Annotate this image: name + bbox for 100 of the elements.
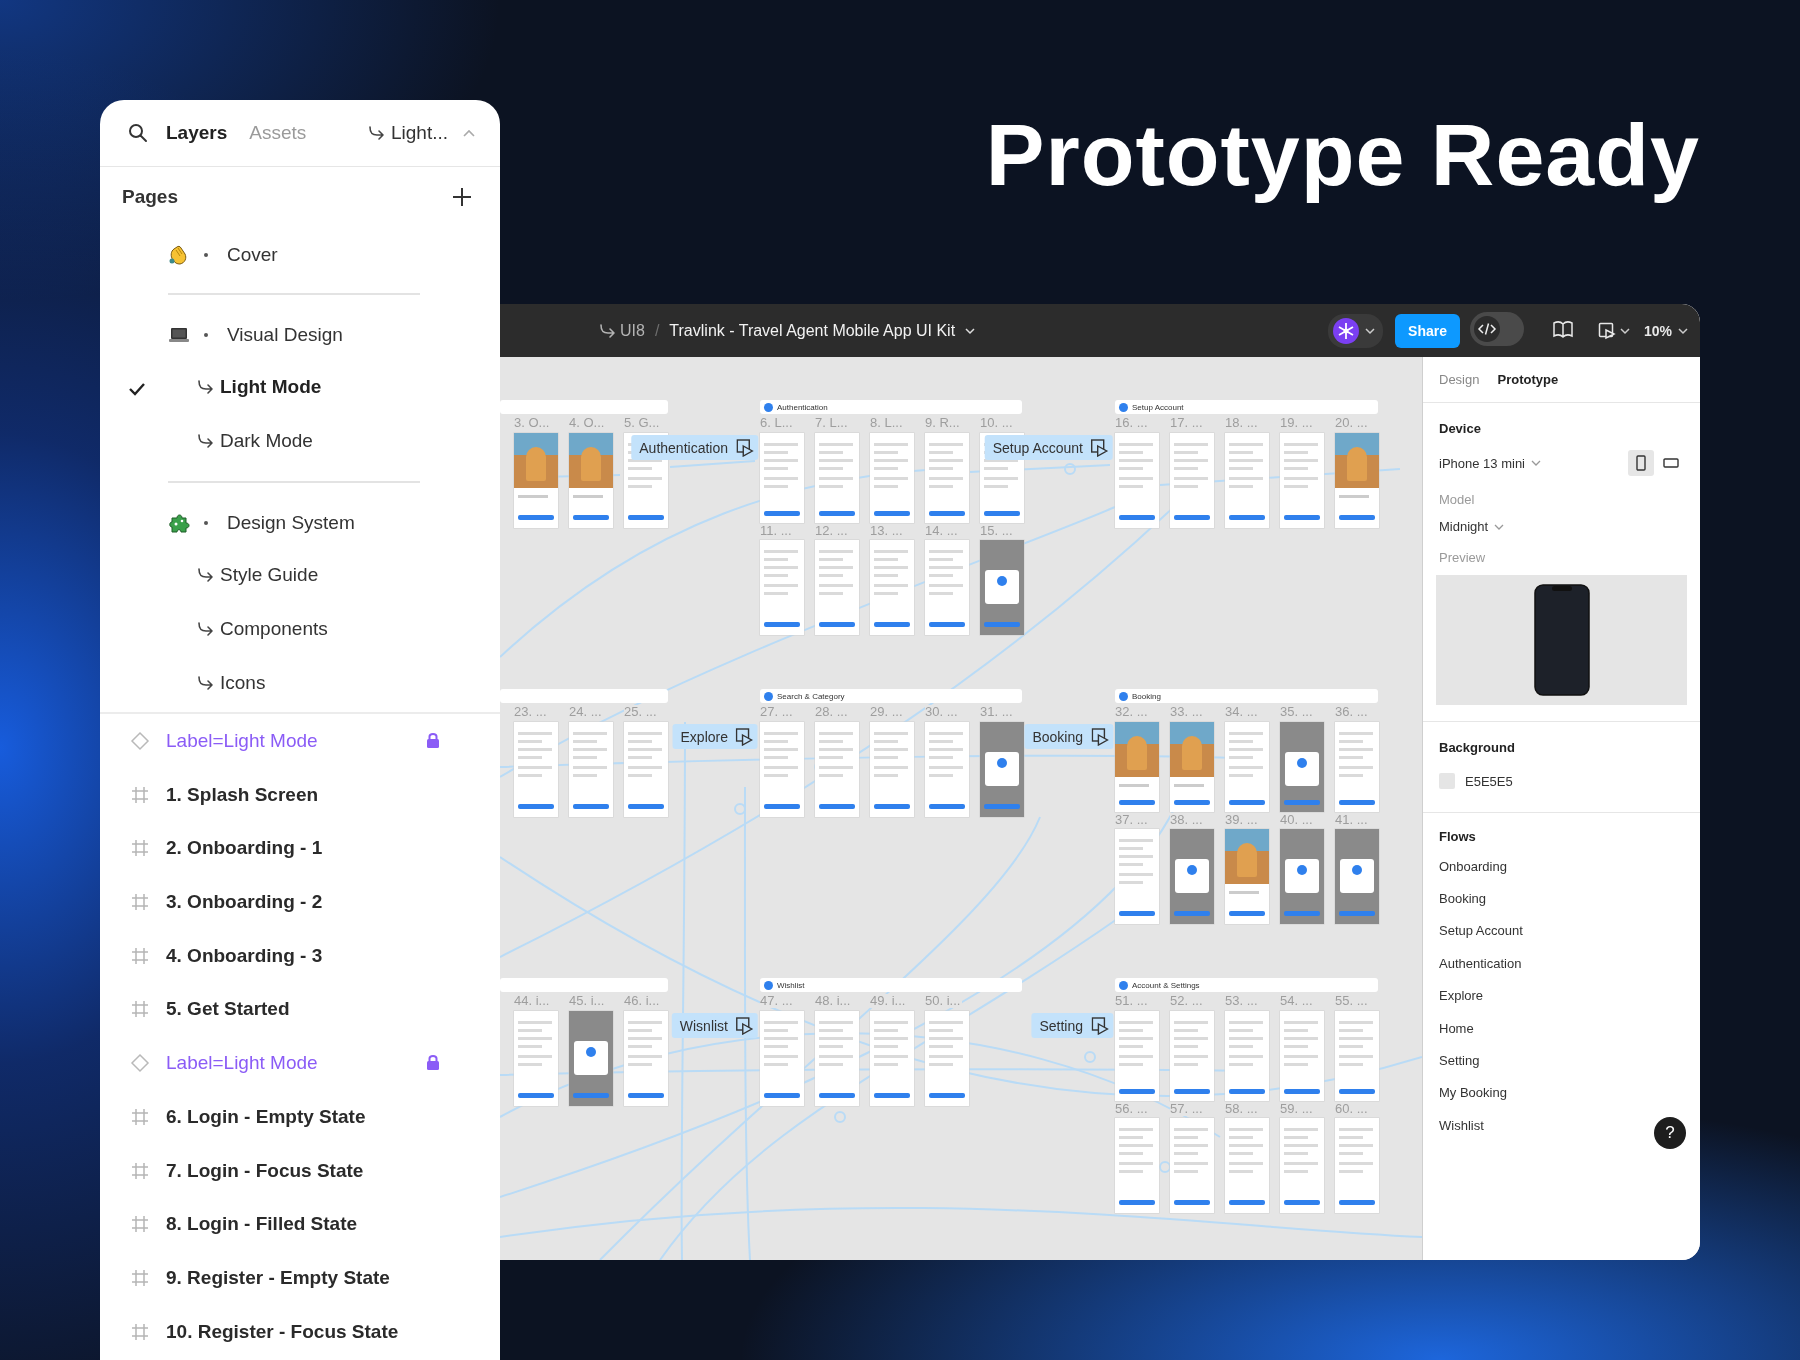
layer-item[interactable]: 6. Login - Empty State — [100, 1089, 500, 1144]
flow-start-button[interactable]: Wisnlist — [671, 1013, 758, 1038]
zoom-menu[interactable]: 10% — [1643, 322, 1688, 339]
user-menu[interactable] — [1328, 313, 1384, 348]
flow-item[interactable]: Explore — [1439, 979, 1484, 1012]
frame-label: 35. ... — [1280, 705, 1315, 719]
flow-start-button[interactable]: Setup Account — [984, 435, 1113, 460]
frame-label: 46. i... — [624, 994, 662, 1008]
hash-icon — [130, 892, 150, 913]
color-value[interactable]: E5E5E5 — [1465, 773, 1513, 789]
color-swatch[interactable] — [1439, 773, 1455, 789]
file-name-menu[interactable]: Travlink - Travel Agent Mobile App UI Kit — [669, 321, 976, 340]
layer-item[interactable]: Label=Light Mode — [100, 714, 500, 768]
connection-handle[interactable] — [1159, 1161, 1171, 1173]
frame-label: 25. ... — [624, 705, 659, 719]
chevron-down-icon — [1531, 459, 1541, 467]
plus-icon[interactable] — [452, 187, 472, 207]
portrait-icon — [1633, 455, 1649, 471]
frame-label: 41. ... — [1335, 813, 1370, 827]
flow-item[interactable]: Booking — [1439, 882, 1486, 915]
frame-label: 51. ... — [1115, 994, 1150, 1008]
connection-handle[interactable] — [1084, 1051, 1096, 1063]
page-item[interactable]: Cover — [168, 244, 278, 266]
frame-label: 57. ... — [1170, 1102, 1205, 1116]
layer-item[interactable]: 10. Register - Focus State — [100, 1304, 500, 1359]
page-item[interactable]: Visual Design — [168, 324, 343, 346]
section-title: Authentication — [777, 402, 828, 412]
page-switcher[interactable]: Light... — [366, 122, 476, 144]
flow-item[interactable]: Authentication — [1439, 947, 1522, 980]
flow-start-button[interactable]: Explore — [672, 724, 758, 749]
pages-title: Pages — [122, 186, 178, 208]
redirect-arrow-icon — [366, 124, 385, 142]
flow-start-button[interactable]: Setting — [1031, 1013, 1113, 1038]
flow-item[interactable]: Home — [1439, 1011, 1474, 1045]
hash-icon — [130, 1160, 150, 1181]
play-icon — [736, 727, 754, 746]
frame-label: 39. ... — [1225, 813, 1260, 827]
flow-item[interactable]: Setting — [1439, 1044, 1480, 1077]
layer-item[interactable]: 4. Onboarding - 3 — [100, 928, 500, 983]
frame-label: 29. ... — [870, 705, 905, 719]
frame-label: 27. ... — [760, 705, 795, 719]
page-item[interactable]: Components — [196, 618, 328, 640]
frame-label: 55. ... — [1335, 994, 1370, 1008]
page-item[interactable]: Light Mode — [196, 376, 322, 398]
connection-handle[interactable] — [1064, 463, 1076, 475]
frame-label: 49. i... — [870, 994, 908, 1008]
section-icon — [764, 691, 773, 701]
page-item[interactable]: Dark Mode — [196, 430, 313, 452]
connection-handle[interactable] — [734, 803, 746, 815]
chevron-up-icon — [462, 128, 476, 138]
page-item[interactable]: Design System — [168, 512, 355, 534]
hash-icon — [130, 784, 150, 805]
flow-item[interactable]: My Booking — [1439, 1076, 1507, 1110]
frame-label: 50. i... — [925, 994, 963, 1008]
portrait-orientation-button[interactable] — [1628, 450, 1654, 476]
redirect-arrow-icon — [196, 674, 214, 692]
model-dropdown[interactable]: Midnight — [1439, 519, 1505, 534]
present-menu[interactable] — [1597, 321, 1630, 340]
frame-label: 10. ... — [980, 416, 1015, 430]
flow-item[interactable]: Onboarding — [1439, 850, 1507, 883]
layer-item[interactable]: 5. Get Started — [100, 982, 500, 1037]
layer-item[interactable]: Label=Light Mode — [100, 1036, 500, 1090]
device-dropdown[interactable]: iPhone 13 mini — [1439, 455, 1541, 471]
hash-icon — [130, 838, 150, 859]
frame-label: 38. ... — [1170, 813, 1205, 827]
section-icon — [1119, 402, 1128, 412]
frame-label: 15. ... — [980, 524, 1015, 538]
dev-mode-toggle[interactable] — [1469, 311, 1524, 346]
frame-label: 45. i... — [569, 994, 607, 1008]
panel-tab[interactable]: Layers — [166, 122, 228, 144]
frame-label: 48. i... — [815, 994, 853, 1008]
flow-start-button[interactable]: Booking — [1024, 724, 1113, 749]
search-icon[interactable] — [128, 123, 148, 143]
project-link[interactable]: UI8 — [598, 321, 645, 340]
section-title: Setup Account — [1132, 402, 1184, 412]
page-item[interactable]: Icons — [196, 672, 266, 694]
frame-label: 19. ... — [1280, 416, 1315, 430]
layer-item[interactable]: 9. Register - Empty State — [100, 1250, 500, 1305]
frame-label: 17. ... — [1170, 416, 1205, 430]
layer-item[interactable]: 7. Login - Focus State — [100, 1143, 500, 1198]
flow-item[interactable]: Setup Account — [1439, 914, 1523, 948]
book-icon[interactable] — [1551, 319, 1574, 338]
frame-label: 3. O... — [514, 416, 552, 430]
frame-label: 18. ... — [1225, 416, 1260, 430]
help-button[interactable]: ? — [1654, 1117, 1686, 1149]
layer-item[interactable]: 1. Splash Screen — [100, 767, 500, 822]
layer-item[interactable]: 8. Login - Filled State — [100, 1197, 500, 1251]
frame-label: 52. ... — [1170, 994, 1205, 1008]
connection-handle[interactable] — [834, 1111, 846, 1123]
play-icon — [1091, 438, 1109, 457]
panel-tab[interactable]: Prototype — [1497, 372, 1559, 387]
section-icon — [764, 402, 773, 412]
layer-item[interactable]: 3. Onboarding - 2 — [100, 875, 500, 929]
frame-label: 36. ... — [1335, 705, 1370, 719]
page-item[interactable]: Style Guide — [196, 564, 319, 586]
puzzle-icon — [168, 512, 190, 534]
flow-start-button[interactable]: Authentication — [631, 435, 758, 460]
layer-item[interactable]: 2. Onboarding - 1 — [100, 821, 500, 876]
flow-item[interactable]: Wishlist — [1439, 1109, 1484, 1142]
panel-tab[interactable]: Design — [1439, 372, 1480, 387]
